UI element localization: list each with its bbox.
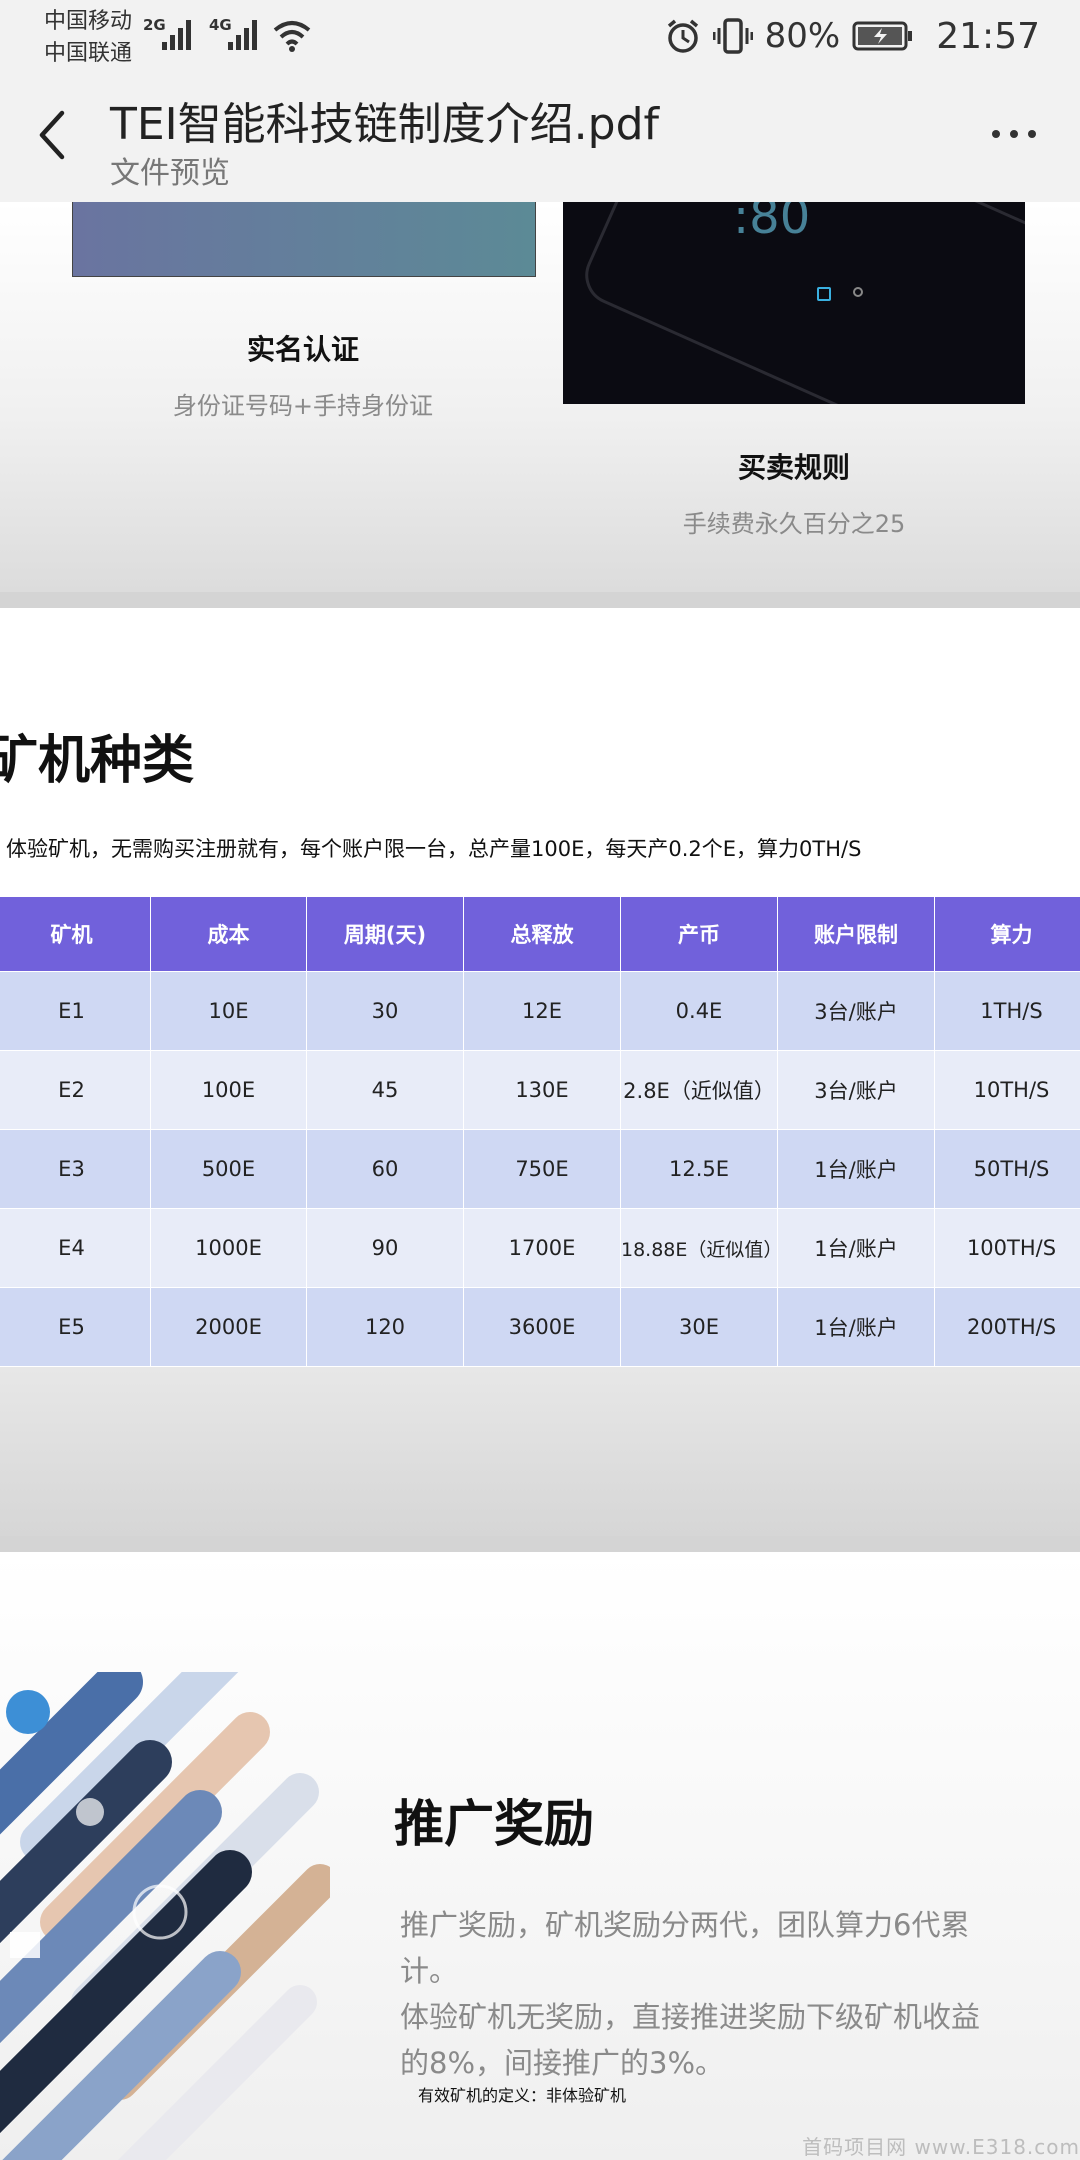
body-line: 体验矿机无奖励，直接推进奖励下级矿机收益 <box>400 2000 981 2034</box>
table-cell: 3台/账户 <box>777 971 935 1051</box>
more-options-icon[interactable] <box>992 130 1036 138</box>
table-row: E2 100E 45 130E 2.8E（近似值） 3台/账户 10TH/S <box>0 1050 1080 1130</box>
battery-percentage: 80% <box>764 16 841 56</box>
table-cell: 3台/账户 <box>777 1050 935 1130</box>
signal-bars-icon <box>228 20 257 50</box>
signal-bars-icon <box>162 20 191 50</box>
valid-miner-definition: 有效矿机的定义：非体验矿机 <box>418 2086 627 2105</box>
table-cell: 120 <box>306 1287 464 1367</box>
trial-miner-note: 体验矿机，无需购买注册就有，每个账户限一台，总产量100E，每天产0.2个E，算… <box>6 837 862 861</box>
carrier-1: 中国移动 <box>44 9 133 34</box>
table-cell: 12E <box>463 971 621 1051</box>
col-header: 总释放 <box>463 896 621 972</box>
real-name-auth-desc: 身份证号码+手持身份证 <box>172 392 434 420</box>
promotion-reward-body: 推广奖励，矿机奖励分两代，团队算力6代累计。 体验矿机无奖励，直接推进奖励下级矿… <box>400 1902 1000 2086</box>
trading-rules-desc: 手续费永久百分之25 <box>682 510 906 538</box>
document-subtitle: 文件预览 <box>110 156 230 191</box>
table-cell: 90 <box>306 1208 464 1288</box>
table-cell: E2 <box>0 1050 151 1130</box>
table-cell: E4 <box>0 1208 151 1288</box>
table-cell: 1台/账户 <box>777 1129 935 1209</box>
wifi-icon <box>273 21 311 52</box>
table-cell: 100E <box>150 1050 307 1130</box>
table-cell: 30E <box>620 1287 778 1367</box>
battery-charging-icon <box>852 21 913 51</box>
table-row: E4 1000E 90 1700E 18.88E（近似值） 1台/账户 100T… <box>0 1208 1080 1288</box>
body-line: 的8%，间接推广的3%。 <box>400 2046 725 2080</box>
col-header: 账户限制 <box>777 896 935 972</box>
table-cell: 750E <box>463 1129 621 1209</box>
back-arrow-icon[interactable] <box>32 105 72 165</box>
table-cell: 12.5E <box>620 1129 778 1209</box>
alarm-icon <box>667 19 698 53</box>
col-header: 成本 <box>150 896 307 972</box>
table-cell: E5 <box>0 1287 151 1367</box>
table-row: E5 2000E 120 3600E 30E 1台/账户 200TH/S <box>0 1287 1080 1367</box>
table-cell: 30 <box>306 971 464 1051</box>
page-divider <box>0 1536 1080 1552</box>
id-card-image <box>72 202 536 277</box>
carrier-2: 中国联通 <box>44 41 133 66</box>
table-cell: 1台/账户 <box>777 1287 935 1367</box>
table-row: E1 10E 30 12E 0.4E 3台/账户 1TH/S <box>0 971 1080 1051</box>
phone-photo-image: :80 <box>563 202 1025 404</box>
promotion-reward-heading: 推广奖励 <box>394 1795 594 1853</box>
carrier-labels: 中国移动 中国联通 <box>44 6 132 70</box>
table-cell: 200TH/S <box>934 1287 1080 1367</box>
col-header: 算力 <box>934 896 1080 972</box>
pdf-page-2: 矿机种类 体验矿机，无需购买注册就有，每个账户限一台，总产量100E，每天产0.… <box>0 608 1080 1536</box>
page-divider <box>0 592 1080 608</box>
col-header: 周期(天) <box>306 896 464 972</box>
miner-table: 矿机 成本 周期(天) 总释放 产币 账户限制 算力 E1 10E 30 12E… <box>0 896 1080 1367</box>
trading-rules-title: 买卖规则 <box>737 451 850 484</box>
table-cell: 10E <box>150 971 307 1051</box>
table-cell: 1台/账户 <box>777 1208 935 1288</box>
miner-types-heading: 矿机种类 <box>0 731 195 791</box>
table-cell: 2000E <box>150 1287 307 1367</box>
table-cell: 50TH/S <box>934 1129 1080 1209</box>
col-header: 产币 <box>620 896 778 972</box>
table-cell: 45 <box>306 1050 464 1130</box>
table-cell: E3 <box>0 1129 151 1209</box>
table-cell: 100TH/S <box>934 1208 1080 1288</box>
table-cell: E1 <box>0 971 151 1051</box>
table-cell: 60 <box>306 1129 464 1209</box>
tech-illustration-image <box>0 1672 330 2160</box>
vibrate-icon <box>712 18 753 54</box>
clock-time: 21:57 <box>936 15 1040 57</box>
table-cell: 1700E <box>463 1208 621 1288</box>
pdf-page-1: :80 实名认证 身份证号码+手持身份证 买卖规则 手续费永久百分之25 <box>0 202 1080 592</box>
table-row: E3 500E 60 750E 12.5E 1台/账户 50TH/S <box>0 1129 1080 1209</box>
status-right: 80% 21:57 <box>665 15 1040 57</box>
table-cell: 2.8E（近似值） <box>620 1050 778 1130</box>
table-cell: 0.4E <box>620 971 778 1051</box>
table-cell: 130E <box>463 1050 621 1130</box>
app-top-bar: 中国移动 中国联通 2G 4G 80% 21:57 TEI智能科技链制度介绍.p… <box>0 0 1080 202</box>
table-header-row: 矿机 成本 周期(天) 总释放 产币 账户限制 算力 <box>0 896 1080 972</box>
table-cell: 3600E <box>463 1287 621 1367</box>
watermark-text: 首码项目网 www.E318.com <box>802 2135 1080 2159</box>
table-cell: 10TH/S <box>934 1050 1080 1130</box>
table-cell: 18.88E（近似值） <box>620 1208 778 1288</box>
document-title: TEI智能科技链制度介绍.pdf <box>110 99 659 150</box>
body-line: 推广奖励，矿机奖励分两代，团队算力6代累计。 <box>400 1908 970 1988</box>
table-cell: 500E <box>150 1129 307 1209</box>
table-cell: 1TH/S <box>934 971 1080 1051</box>
col-header: 矿机 <box>0 896 151 972</box>
table-cell: 1000E <box>150 1208 307 1288</box>
real-name-auth-title: 实名认证 <box>246 333 359 366</box>
pdf-page-3: 推广奖励 推广奖励，矿机奖励分两代，团队算力6代累计。 体验矿机无奖励，直接推进… <box>0 1552 1080 2160</box>
